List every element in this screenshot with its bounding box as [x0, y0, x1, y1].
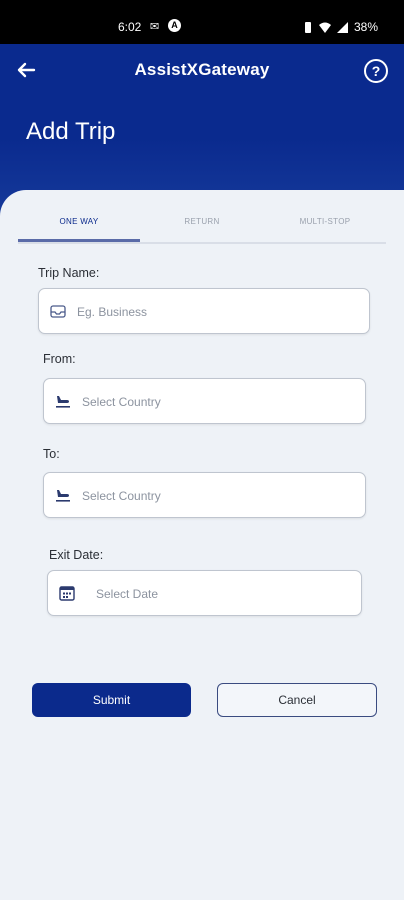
- app-header: AssistXGateway ? Add Trip: [0, 44, 404, 214]
- app-title: AssistXGateway: [134, 60, 270, 79]
- wifi-icon: [318, 22, 331, 33]
- from-field: [43, 378, 366, 425]
- to-label: To:: [43, 447, 60, 461]
- to-country-input[interactable]: [80, 473, 359, 519]
- status-time: 6:02: [118, 20, 142, 34]
- trip-name-field: [38, 288, 370, 335]
- plane-departure-icon: [56, 490, 70, 502]
- exit-date-field: [47, 570, 365, 617]
- to-field: [43, 472, 366, 519]
- status-bar: 6:02 ✉ A 38%: [0, 0, 404, 44]
- tab-multi-stop[interactable]: MULTI-STOP: [264, 214, 386, 239]
- submit-button[interactable]: Submit: [32, 683, 191, 717]
- tab-one-way[interactable]: ONE WAY: [18, 214, 140, 242]
- from-country-input[interactable]: [80, 379, 359, 425]
- trip-name-input[interactable]: [75, 289, 363, 335]
- calendar-icon: [59, 586, 75, 601]
- exit-date-label: Exit Date:: [49, 548, 104, 562]
- add-trip-form: ONE WAY RETURN MULTI-STOP Trip Name: Fro…: [0, 190, 404, 900]
- trip-type-tabs: ONE WAY RETURN MULTI-STOP: [18, 214, 386, 244]
- inbox-icon: [50, 305, 66, 318]
- trip-name-label: Trip Name:: [38, 266, 100, 280]
- plane-departure-icon: [56, 396, 70, 408]
- page-title: Add Trip: [26, 118, 116, 145]
- message-notification-icon: ✉: [150, 21, 160, 33]
- battery-percent: 38%: [353, 20, 378, 34]
- exit-date-input[interactable]: [94, 571, 365, 617]
- vibrate-icon: [304, 21, 311, 33]
- app-notification-icon: A: [168, 19, 181, 32]
- tab-return[interactable]: RETURN: [141, 214, 263, 239]
- system-icons: 38%: [303, 20, 378, 34]
- cancel-button[interactable]: Cancel: [217, 683, 377, 717]
- from-label: From:: [43, 352, 76, 366]
- help-icon[interactable]: ?: [364, 59, 388, 83]
- signal-icon: [336, 21, 348, 33]
